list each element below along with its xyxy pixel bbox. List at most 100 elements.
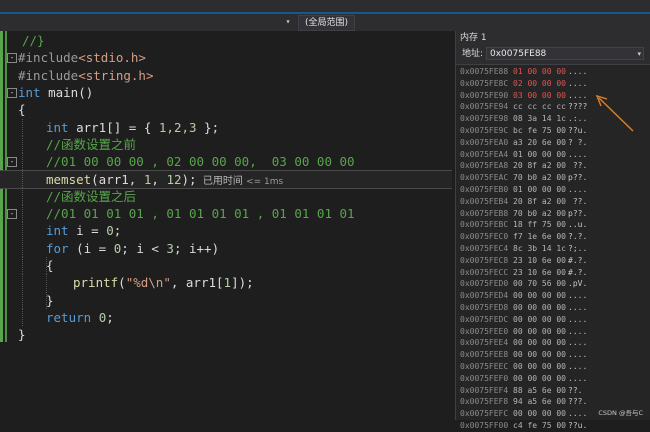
code-token: 1,2,3 [158,119,197,135]
indent-guide [22,239,24,257]
code-token: , arr1[ [170,275,224,291]
code-text: int main() [18,84,93,101]
code-line[interactable]: #include<string.h> [0,67,452,84]
code-text: //函数设置之后 [46,188,136,205]
fold-toggle-icon[interactable]: - [7,53,17,64]
annotation-arrow-icon [595,94,634,132]
code-text: } [46,292,54,309]
code-line[interactable]: //} [0,32,452,49]
elapsed-time-hint: 已用时间 <= 1ms [196,176,283,188]
code-line[interactable]: } [0,291,452,309]
code-editor[interactable]: //} - #include<stdio.h> #include<string.h> -… [0,31,452,420]
code-line[interactable]: for (i = 0; i < 3; i++) [0,239,452,257]
navigation-bar: ▾ (全局范围) [0,14,650,31]
code-line[interactable]: { [0,256,452,274]
code-text: //01 00 00 00 , 02 00 00 00, 03 00 00 00 [46,153,355,170]
code-token: printf [73,275,119,291]
code-text: } [18,326,26,343]
code-token: { [18,102,26,118]
indent-guide [46,274,48,292]
memory-window: 内存 1 地址: 0x0075FE88 ▾ 0x0075FE88 01 00 00… [455,31,650,430]
code-token: #include [18,50,79,66]
code-line[interactable]: //函数设置之后 [0,187,452,205]
code-token: (i = [68,240,114,256]
code-text: int i = 0; [46,222,121,239]
indent-guide [22,274,24,292]
code-line[interactable]: - //01 01 01 01 , 01 01 01 01 , 01 01 01 … [0,205,452,222]
code-token: i = [68,223,107,239]
code-token: //01 00 00 00 , 02 00 00 00, 03 00 00 00 [46,154,355,170]
indent-guide [22,205,24,222]
indent-guide [22,222,24,240]
code-token: , [151,172,167,188]
memory-address: 0x0075FF00 [460,421,509,430]
code-text: #include<string.h> [18,67,153,84]
code-text: //} [22,32,45,49]
code-text: for (i = 0; i < 3; i++) [46,240,219,257]
code-token: ; [106,309,114,325]
code-line[interactable]: } [0,326,452,343]
fold-toggle-icon[interactable]: - [7,209,17,219]
code-text: { [18,101,26,118]
code-token: //} [22,33,45,48]
code-token: return [46,309,92,325]
code-text: //函数设置之前 [46,136,136,153]
code-text: return 0; [46,309,114,326]
dropdown-arrow-icon[interactable]: ▾ [282,16,294,28]
code-token: main() [40,84,94,100]
indent-guide [22,118,24,136]
code-line[interactable]: memset(arr1, 1, 12); 已用时间 <= 1ms [0,170,452,190]
code-token: "%d\n" [125,275,171,291]
code-token: memset [46,172,92,188]
fold-toggle-icon[interactable]: - [7,87,17,98]
code-token: <stdio.h> [78,50,146,66]
elapsed-label: 已用时间 [196,176,247,188]
code-line[interactable]: { [0,101,452,118]
memory-row[interactable]: 0x0075FF00 c4 fe 75 00 ??u. [456,419,650,432]
code-token: (arr1, [91,172,144,188]
code-line[interactable]: return 0; [0,308,452,326]
indent-guide [22,308,24,326]
code-token: //01 01 01 01 , 01 01 01 01 , 01 01 01 0… [46,206,355,221]
indent-guide [22,153,24,171]
code-token: for [46,240,69,256]
fold-toggle-icon[interactable]: - [7,157,17,168]
code-line[interactable]: int arr1[] = { 1,2,3 }; [0,118,452,136]
code-token: ); [181,172,197,188]
code-token: //函数设置之后 [46,188,137,204]
code-text: #include<stdio.h> [18,49,146,66]
code-line[interactable]: printf("%d\n", arr1[1]); [0,274,452,292]
code-token: //函数设置之前 [46,136,137,152]
code-token: ]); [231,275,254,291]
title-strip [0,0,650,14]
indent-guide [22,135,24,153]
code-text: printf("%d\n", arr1[1]); [73,274,254,291]
code-line[interactable]: - //01 00 00 00 , 02 00 00 00, 03 00 00 0… [0,153,452,171]
code-token: }; [196,119,220,135]
code-token: 1 [223,275,232,291]
code-token: ; i < [121,240,167,256]
code-line[interactable]: //函数设置之前 [0,135,452,153]
indent-guide [22,291,24,309]
scope-dropdown[interactable]: (全局范围) [298,15,356,31]
code-token: ; [113,223,122,239]
code-token: } [46,292,54,308]
code-token: 12 [166,172,182,188]
code-token: #include [18,67,79,83]
indent-guide [22,256,24,274]
code-token: 0 [106,223,114,239]
code-text: //01 01 01 01 , 01 01 01 01 , 01 01 01 0… [46,205,355,222]
code-token: <string.h> [78,67,154,83]
code-token: int [46,223,69,239]
code-token: int [46,119,69,135]
code-token: ( [118,275,126,291]
code-line[interactable]: - int main() [0,84,452,101]
code-line[interactable]: int i = 0; [0,222,452,240]
code-token: 3 [166,240,174,256]
indent-guide [22,187,24,205]
code-line[interactable]: - #include<stdio.h> [0,49,452,66]
code-token: } [18,327,26,343]
code-token: ; i++) [173,240,220,256]
watermark-text: CSDN @吾与C [598,409,643,417]
